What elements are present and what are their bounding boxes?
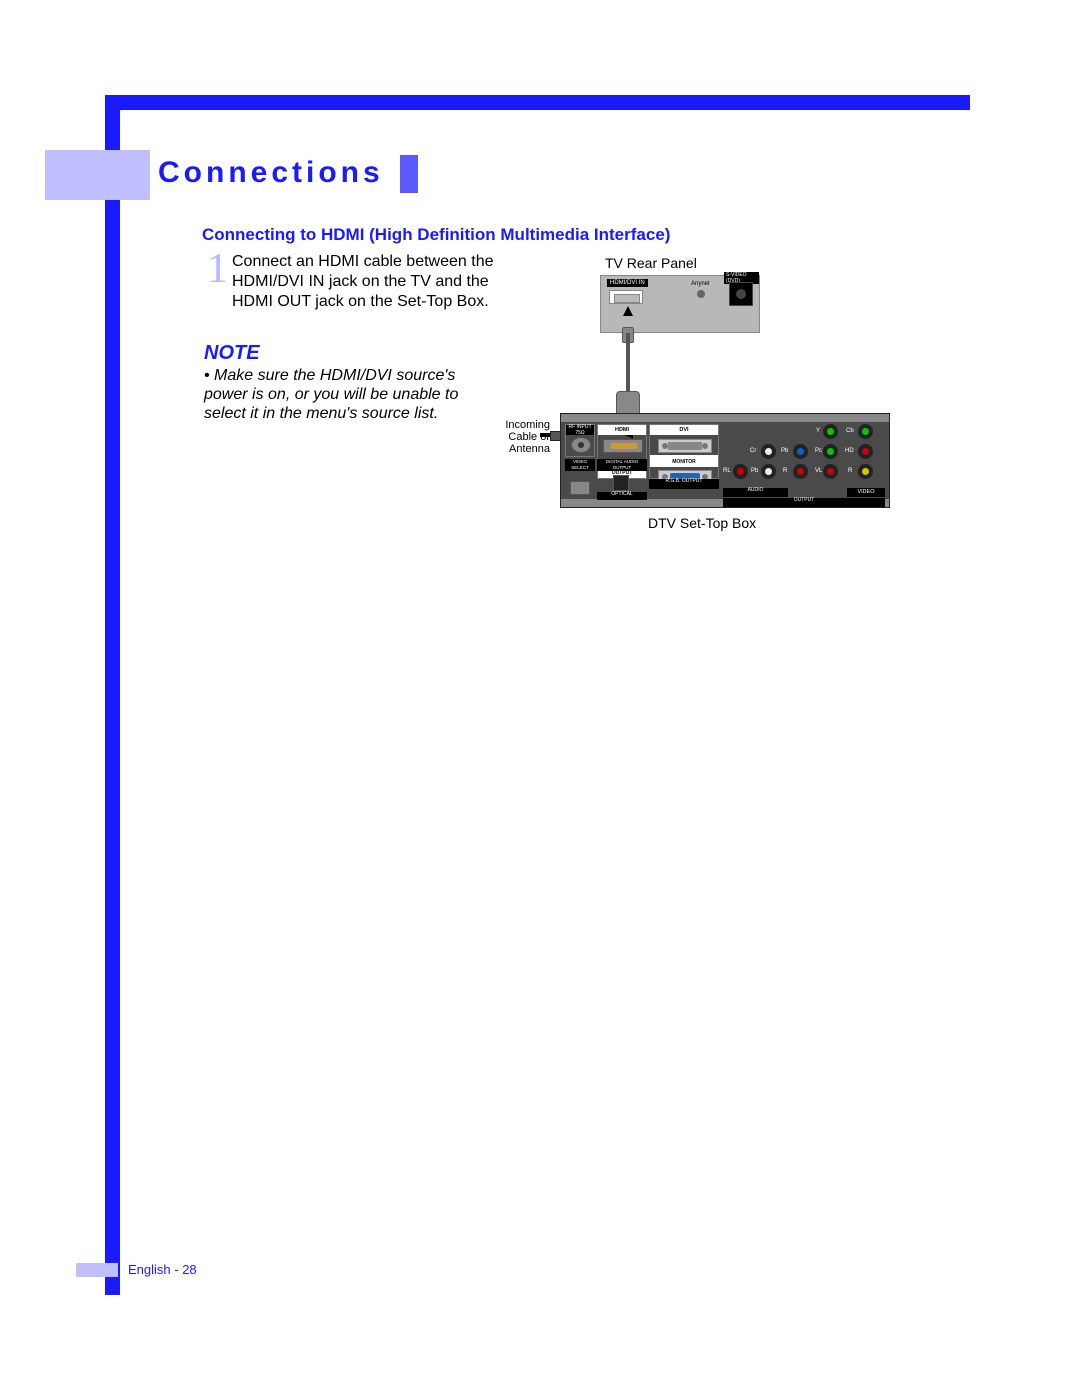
- page-footer: English - 28: [128, 1262, 197, 1277]
- coax-plug-icon: [540, 431, 562, 439]
- anynet-label: Anynet: [691, 281, 710, 287]
- section-heading: Connecting to HDMI (High Definition Mult…: [202, 225, 670, 245]
- heading-accent-right: [400, 155, 418, 193]
- port-pb-label: Pb: [781, 448, 788, 454]
- step-text: Connect an HDMI cable between the HDMI/D…: [232, 252, 502, 312]
- note-body: • Make sure the HDMI/DVI source's power …: [204, 366, 489, 424]
- component-av-block: Y Cb Cr Pb Pc HD RL Pb R VL R AUDIO VIDE…: [723, 424, 885, 497]
- hdmi-dvi-in-label: HDMI/DVI IN: [607, 279, 648, 287]
- heading-accent-left: [45, 150, 150, 200]
- port-rl-label: RL: [723, 468, 731, 474]
- rca-cr2-icon: [761, 444, 776, 459]
- port-r-label: Pc: [815, 448, 822, 454]
- port-cr-label: Cr: [750, 448, 756, 454]
- port-hd-label: HD: [845, 448, 854, 454]
- digital-audio-output-label: DIGITAL AUDIO OUTPUT: [597, 459, 647, 471]
- dvi-monitor-block: DVI OUTPUT MONITOR: [649, 424, 719, 479]
- anynet-port-icon: [697, 290, 705, 298]
- hdmi-out-port-icon: [603, 439, 643, 453]
- audio-label: AUDIO: [723, 488, 788, 497]
- video-select-label: VIDEO SELECT: [565, 459, 595, 471]
- footer-accent: [76, 1263, 118, 1277]
- page-title: Connections: [158, 156, 384, 190]
- rca-hd-icon: [858, 444, 873, 459]
- card-slot-icon: [570, 481, 590, 495]
- port-y-label: Y: [816, 428, 820, 434]
- svideo-port-icon: [729, 282, 753, 306]
- rca-pb2-icon: [761, 464, 776, 479]
- dvi-label: DVI: [650, 425, 718, 435]
- video-select-block: VIDEO SELECT: [565, 459, 595, 497]
- rca-rr-icon: [793, 464, 808, 479]
- digital-audio-block: DIGITAL AUDIO OUTPUT OPTICAL: [597, 459, 647, 497]
- port-pb2-label: Pb: [751, 468, 758, 474]
- rca-vr-icon: [858, 464, 873, 479]
- rf-input-label: RF INPUT 75Ω: [566, 425, 594, 435]
- tv-rear-panel: HDMI/DVI IN Anynet S-VIDEO (DVD): [600, 275, 760, 333]
- rca-y-icon: [823, 424, 838, 439]
- rca-cr-icon: [858, 424, 873, 439]
- dtv-settop-label: DTV Set-Top Box: [648, 515, 756, 531]
- step-number: 1: [207, 245, 228, 293]
- dtv-settop-rear-panel: RF INPUT 75Ω HDMI OUTPUT DVI OUTPUT MONI…: [560, 413, 890, 508]
- coax-port-icon: [571, 437, 591, 453]
- rca-vl-icon: [823, 464, 838, 479]
- rca-r-icon: [823, 444, 838, 459]
- optical-port-icon: [613, 475, 629, 491]
- av-output-label: OUTPUT: [723, 498, 885, 507]
- monitor-label: MONITOR: [650, 457, 718, 467]
- rgb-output-label: R.G.B. OUTPUT: [649, 479, 719, 489]
- hdmi-label: HDMI: [598, 425, 646, 435]
- rca-rl-icon: [733, 464, 748, 479]
- port-vl-label: VL: [815, 468, 822, 474]
- rca-pb-icon: [793, 444, 808, 459]
- page-border-left: [105, 95, 120, 1295]
- hdmi-dvi-in-port-icon: [609, 290, 643, 304]
- note-heading: NOTE: [204, 342, 260, 365]
- rf-input-block: RF INPUT 75Ω: [565, 424, 595, 457]
- port-rr-label: R: [783, 468, 787, 474]
- port-vr-label: R: [848, 468, 852, 474]
- tv-rear-panel-label: TV Rear Panel: [605, 255, 697, 271]
- optical-label: OPTICAL: [597, 492, 647, 500]
- connection-diagram: TV Rear Panel HDMI/DVI IN Anynet S-VIDEO…: [490, 255, 910, 545]
- port-cb-label: Cb: [846, 428, 854, 434]
- page-border-top: [105, 95, 970, 110]
- arrow-up-icon: [623, 306, 633, 316]
- video-label: VIDEO: [847, 488, 885, 497]
